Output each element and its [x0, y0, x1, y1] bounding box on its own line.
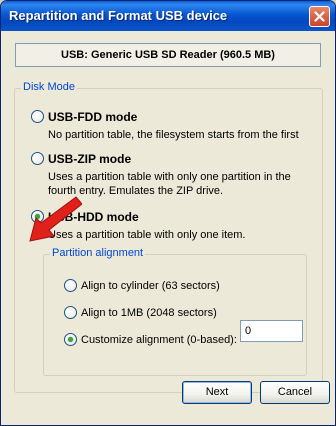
dialog-body: USB: Generic USB SD Reader (960.5 MB) Di… [4, 31, 332, 422]
usb-fdd-label[interactable]: USB-FDD mode [48, 109, 137, 125]
window-title: Repartition and Format USB device [9, 8, 228, 23]
custom-alignment-input[interactable] [240, 320, 303, 342]
usb-zip-description: Uses a partition table with only one par… [48, 170, 291, 198]
title-bar[interactable]: Repartition and Format USB device [1, 1, 335, 31]
red-arrow-icon [29, 196, 82, 242]
disk-mode-legend: Disk Mode [21, 81, 77, 93]
usb-zip-desc-line-2: fourth entry. Emulates the ZIP drive. [48, 185, 224, 197]
usb-fdd-description: No partition table, the filesystem start… [48, 128, 299, 142]
dialog-window: Repartition and Format USB device USB: G… [0, 0, 336, 426]
radio-usb-fdd-circle[interactable] [31, 110, 44, 123]
close-icon [314, 11, 325, 22]
next-button[interactable]: Next [182, 381, 252, 404]
radio-align-cylinder-circle[interactable] [64, 279, 77, 292]
align-custom-label[interactable]: Customize alignment (0-based): [81, 332, 237, 348]
radio-usb-zip-circle[interactable] [31, 152, 44, 165]
align-1mb-label[interactable]: Align to 1MB (2048 sectors) [81, 305, 217, 321]
partition-alignment-group: Partition alignment Align to cylinder (6… [43, 247, 307, 376]
align-cylinder-label[interactable]: Align to cylinder (63 sectors) [81, 278, 220, 294]
radio-align-1mb-circle[interactable] [64, 306, 77, 319]
cancel-button[interactable]: Cancel [260, 381, 330, 404]
usb-zip-desc-line-1: Uses a partition table with only one par… [48, 171, 291, 183]
partition-alignment-legend: Partition alignment [50, 247, 146, 259]
device-label: USB: Generic USB SD Reader (960.5 MB) [15, 43, 321, 67]
close-button[interactable] [309, 6, 330, 27]
usb-fdd-desc-line-1: No partition table, the filesystem start… [48, 129, 299, 141]
radio-align-custom-circle[interactable] [64, 333, 77, 346]
usb-zip-label[interactable]: USB-ZIP mode [48, 151, 131, 167]
